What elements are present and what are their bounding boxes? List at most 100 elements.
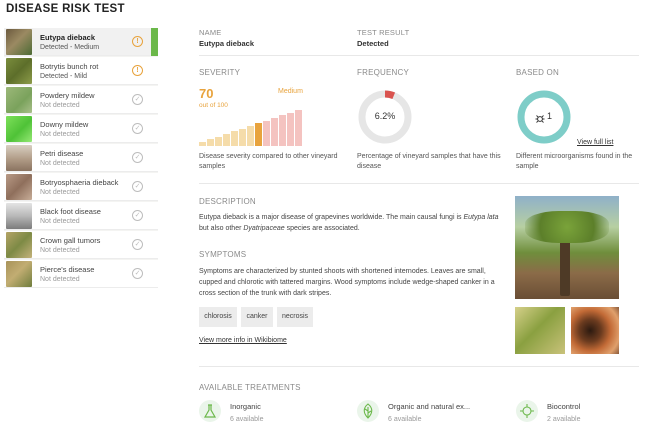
flask-icon: [199, 400, 221, 422]
disease-thumbnail: [6, 58, 32, 84]
symptoms-title: SYMPTOMS: [199, 250, 247, 259]
description-text-part: species are associated.: [284, 225, 360, 232]
disease-name: Botryosphaeria dieback: [40, 178, 119, 187]
disease-item-eutypa-dieback[interactable]: Eutypa dieback Detected - Medium !: [4, 28, 158, 56]
disease-name: Eutypa dieback: [40, 33, 96, 42]
disease-thumbnail: [6, 203, 32, 229]
disease-status: Detected - Medium: [40, 44, 100, 51]
disease-name: Petri disease: [40, 149, 84, 158]
description-text-part: but also other: [199, 225, 244, 232]
description-italic-term: Dyatripaceae: [243, 225, 285, 232]
severity-bar: [255, 123, 262, 146]
warning-icon: !: [132, 65, 143, 76]
disease-item-black-foot-disease[interactable]: Black foot disease Not detected ✓: [4, 202, 158, 230]
symptom-tag-chlorosis[interactable]: chlorosis: [199, 307, 237, 327]
name-value: Eutypa dieback: [199, 39, 255, 48]
active-indicator: [151, 28, 158, 56]
disease-status: Not detected: [40, 160, 80, 167]
disease-status: Detected - Mild: [40, 73, 88, 80]
severity-bar: [263, 120, 270, 146]
severity-bar: [223, 134, 230, 146]
treatment-name[interactable]: Inorganic: [230, 402, 261, 411]
wikibiome-link[interactable]: View more info in Wikibiome: [199, 337, 287, 344]
disease-name: Black foot disease: [40, 207, 101, 216]
disease-thumbnail: [6, 174, 32, 200]
disease-thumbnail: [6, 29, 32, 55]
description-text-part: Eutypa dieback is a major disease of gra…: [199, 214, 464, 221]
treatment-name[interactable]: Biocontrol: [547, 402, 580, 411]
severity-value: 70: [199, 86, 214, 101]
severity-histogram: [199, 108, 305, 146]
test-result-label: TEST RESULT: [357, 28, 410, 37]
disease-status: Not detected: [40, 276, 80, 283]
based-on-caption: Different microorganisms found in the sa…: [516, 153, 633, 170]
severity-caption: Disease severity compared to other viney…: [199, 153, 338, 170]
vineyard-photo[interactable]: [515, 196, 619, 299]
severity-bar: [287, 112, 294, 146]
microorganism-icon: [535, 111, 545, 123]
disease-name: Pierce's disease: [40, 265, 95, 274]
treatment-name[interactable]: Organic and natural ex...: [388, 402, 470, 411]
treatment-count: 2 available: [547, 416, 581, 423]
disease-item-downy-mildew[interactable]: Downy mildew Not detected ✓: [4, 115, 158, 143]
disease-item-pierces-disease[interactable]: Pierce's disease Not detected ✓: [4, 260, 158, 288]
trunk-cross-section-photo[interactable]: [571, 307, 619, 354]
severity-bar: [295, 110, 302, 146]
severity-bar: [247, 126, 254, 146]
check-icon: ✓: [132, 94, 143, 105]
vine-trunk: [560, 236, 570, 296]
severity-bar: [215, 136, 222, 146]
page-title: DISEASE RISK TEST: [6, 3, 125, 15]
disease-status: Not detected: [40, 131, 80, 138]
severity-bar: [231, 131, 238, 146]
leaf-icon: [357, 400, 379, 422]
warning-icon: !: [132, 36, 143, 47]
symptom-tag-canker[interactable]: canker: [241, 307, 273, 327]
divider: [199, 183, 639, 184]
disease-name: Downy mildew: [40, 120, 89, 129]
severity-bar: [207, 139, 214, 146]
frequency-label: FREQUENCY: [357, 68, 410, 77]
severity-bar: [199, 142, 206, 146]
description-text: Eutypa dieback is a major disease of gra…: [199, 212, 501, 234]
disease-name: Crown gall tumors: [40, 236, 101, 245]
disease-status: Not detected: [40, 189, 80, 196]
disease-item-petri-disease[interactable]: Petri disease Not detected ✓: [4, 144, 158, 172]
based-on-label: BASED ON: [516, 68, 559, 77]
treatment-count: 6 available: [230, 416, 264, 423]
severity-bar: [239, 128, 246, 146]
disease-thumbnail: [6, 87, 32, 113]
disease-item-powdery-mildew[interactable]: Powdery mildew Not detected ✓: [4, 86, 158, 114]
treatment-count: 6 available: [388, 416, 422, 423]
name-label: NAME: [199, 28, 222, 37]
severity-bar: [279, 115, 286, 146]
disease-status: Not detected: [40, 102, 80, 109]
frequency-caption: Percentage of vineyard samples that have…: [357, 153, 501, 170]
disease-thumbnail: [6, 116, 32, 142]
based-on-count: 1: [547, 111, 553, 121]
vine-foliage: [525, 211, 609, 243]
disease-status: Not detected: [40, 247, 80, 254]
view-full-list-link[interactable]: View full list: [577, 139, 613, 146]
disease-status: Not detected: [40, 218, 80, 225]
severity-level: Medium: [278, 88, 303, 95]
microbe-icon: [516, 400, 538, 422]
symptoms-text: Symptoms are characterized by stunted sh…: [199, 268, 495, 297]
divider: [199, 366, 639, 367]
disease-list: Eutypa dieback Detected - Medium ! Botry…: [4, 28, 158, 288]
description-italic-term: Eutypa lata: [463, 214, 499, 221]
leaf-symptom-photo[interactable]: [515, 307, 565, 354]
disease-thumbnail: [6, 232, 32, 258]
severity-label: SEVERITY: [199, 68, 241, 77]
description-title: DESCRIPTION: [199, 197, 256, 206]
disease-thumbnail: [6, 261, 32, 287]
check-icon: ✓: [132, 239, 143, 250]
disease-item-botryosphaeria-dieback[interactable]: Botryosphaeria dieback Not detected ✓: [4, 173, 158, 201]
disease-item-crown-gall-tumors[interactable]: Crown gall tumors Not detected ✓: [4, 231, 158, 259]
divider: [199, 55, 639, 56]
frequency-value: 6.2%: [374, 111, 396, 121]
test-result-value: Detected: [357, 39, 389, 48]
disease-item-botrytis-bunch-rot[interactable]: Botrytis bunch rot Detected - Mild !: [4, 57, 158, 85]
check-icon: ✓: [132, 152, 143, 163]
symptom-tag-necrosis[interactable]: necrosis: [277, 307, 313, 327]
